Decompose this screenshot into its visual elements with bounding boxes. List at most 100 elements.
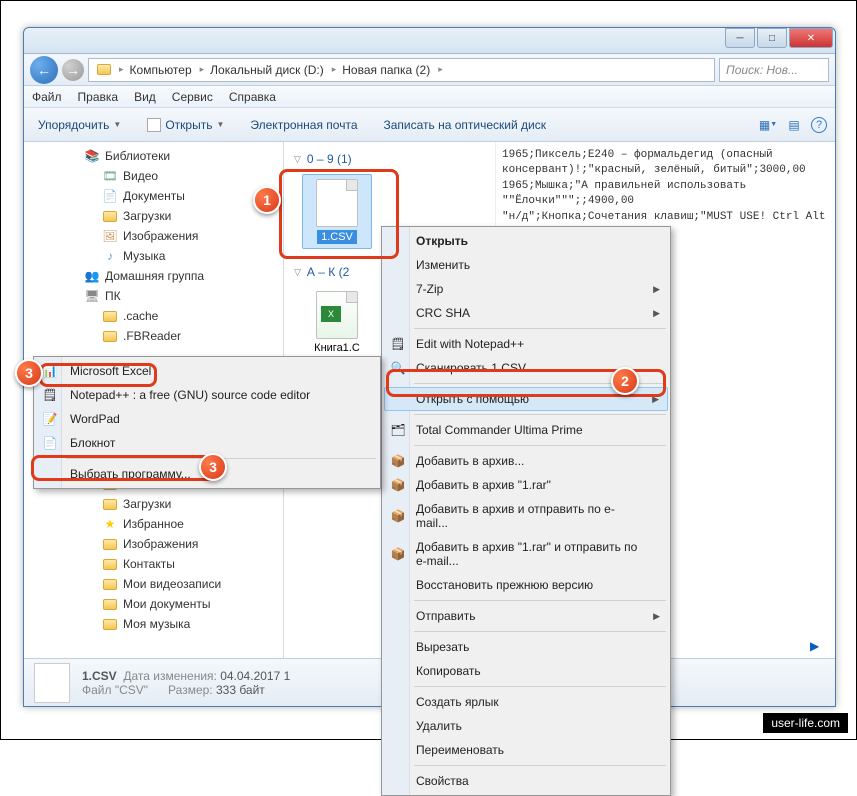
open-button[interactable]: Открыть▼ — [141, 114, 230, 136]
rar-icon: 📦 — [390, 453, 406, 469]
tree-item[interactable]: 👥Домашняя группа — [24, 266, 283, 286]
menu-edit[interactable]: Правка — [78, 90, 119, 104]
notepad-icon: 📄 — [42, 435, 58, 451]
folder-icon — [102, 308, 118, 324]
file-label: Книга1.С — [314, 342, 360, 354]
preview-pane-icon[interactable]: ▤ — [785, 116, 803, 134]
folder-icon — [102, 496, 118, 512]
folder-icon — [102, 576, 118, 592]
tree-item[interactable]: .FBReader — [24, 326, 283, 346]
maximize-button[interactable]: □ — [757, 28, 787, 48]
context-menu-item[interactable]: Открыть — [384, 229, 668, 253]
file-icon — [316, 179, 358, 227]
annotation-marker: 2 — [611, 367, 639, 395]
context-menu-item[interactable]: 📦Добавить в архив и отправить по e-mail.… — [384, 497, 668, 535]
context-menu-item[interactable]: 7-Zip▶ — [384, 277, 668, 301]
context-menu-item[interactable]: CRC SHA▶ — [384, 301, 668, 325]
context-menu-item[interactable]: Удалить — [384, 714, 668, 738]
context-menu-item[interactable]: 📄Блокнот — [36, 431, 378, 455]
context-menu-item[interactable]: 📦Добавить в архив "1.rar" — [384, 473, 668, 497]
folder-icon — [102, 328, 118, 344]
tree-item[interactable]: .cache — [24, 306, 283, 326]
rar-icon: 📦 — [390, 477, 406, 493]
excel-file-icon: X — [316, 291, 358, 339]
back-button[interactable]: ← — [30, 56, 58, 84]
context-menu-item[interactable]: Копировать — [384, 659, 668, 683]
folder-icon — [102, 596, 118, 612]
tree-item[interactable]: 🖼Изображения — [24, 226, 283, 246]
tree-item[interactable]: 🎞Видео — [24, 166, 283, 186]
context-menu-item[interactable]: Отправить▶ — [384, 604, 668, 628]
tree-item[interactable]: Моя музыка — [24, 614, 283, 634]
help-icon[interactable]: ? — [811, 117, 827, 133]
tree-item[interactable]: 📚Библиотеки — [24, 146, 283, 166]
tree-item[interactable]: Мои документы — [24, 594, 283, 614]
context-menu-item[interactable]: 📦Добавить в архив... — [384, 449, 668, 473]
doc-icon: 📄 — [102, 188, 118, 204]
video-icon: ▶ — [810, 639, 830, 659]
context-menu-item[interactable]: 🗂Total Commander Ultima Prime — [384, 418, 668, 442]
context-menu-item[interactable]: 🗒Notepad++ : a free (GNU) source code ed… — [36, 383, 378, 407]
path-segment[interactable]: Компьютер — [126, 61, 198, 79]
view-icon[interactable]: ▦ ▼ — [759, 116, 777, 134]
tree-item[interactable]: 📄Документы — [24, 186, 283, 206]
tree-item[interactable]: Изображения — [24, 534, 283, 554]
forward-button[interactable]: → — [62, 59, 84, 81]
tree-item[interactable]: ★Избранное — [24, 514, 283, 534]
menu-bar: Файл Правка Вид Сервис Справка — [24, 86, 835, 108]
breadcrumb[interactable]: ▸ Компьютер ▸ Локальный диск (D:) ▸ Нова… — [88, 58, 715, 82]
context-menu-item[interactable]: Вырезать — [384, 635, 668, 659]
annotation-marker: 3 — [15, 359, 43, 387]
homegroup-icon: 👥 — [84, 268, 100, 284]
tree-item[interactable]: Загрузки — [24, 206, 283, 226]
annotation-marker: 1 — [253, 186, 281, 214]
library-icon: 📚 — [84, 148, 100, 164]
file-item[interactable]: X Книга1.С — [302, 287, 372, 358]
menu-tools[interactable]: Сервис — [172, 90, 213, 104]
folder-icon — [102, 556, 118, 572]
tree-item[interactable]: 🖥ПК — [24, 286, 283, 306]
fav-icon: ★ — [102, 516, 118, 532]
toolbar: Упорядочить▼ Открыть▼ Электронная почта … — [24, 108, 835, 142]
context-menu-item[interactable]: 📊Microsoft Excel — [36, 359, 378, 383]
menu-view[interactable]: Вид — [134, 90, 156, 104]
context-menu-item[interactable]: Свойства — [384, 769, 668, 793]
search-input[interactable]: Поиск: Нов... — [719, 58, 829, 82]
status-thumbnail — [34, 663, 70, 703]
music-icon: ♪ — [102, 248, 118, 264]
email-button[interactable]: Электронная почта — [244, 114, 363, 136]
tree-item[interactable]: Контакты — [24, 554, 283, 574]
file-label: 1.CSV — [317, 230, 357, 244]
watermark: user-life.com — [763, 713, 848, 733]
titlebar: ─ □ ✕ — [24, 28, 835, 54]
menu-file[interactable]: Файл — [32, 90, 62, 104]
burn-button[interactable]: Записать на оптический диск — [378, 114, 553, 136]
tree-item[interactable]: Мои видеозаписи — [24, 574, 283, 594]
context-menu-item[interactable]: Создать ярлык — [384, 690, 668, 714]
context-menu-item[interactable]: Восстановить прежнюю версию — [384, 573, 668, 597]
file-item-selected[interactable]: 1.CSV — [302, 174, 372, 249]
context-menu-item[interactable]: 📦Добавить в архив "1.rar" и отправить по… — [384, 535, 668, 573]
context-menu-item[interactable]: Изменить — [384, 253, 668, 277]
tree-item[interactable]: ♪Музыка — [24, 246, 283, 266]
status-filename: 1.CSV — [82, 669, 117, 683]
tc-icon: 🗂 — [390, 422, 406, 438]
npp-icon: 🗒 — [390, 336, 406, 352]
scan-icon: 🔍 — [390, 360, 406, 376]
context-menu: ОткрытьИзменить7-Zip▶CRC SHA▶ 🗒Edit with … — [381, 226, 671, 796]
context-menu-item[interactable]: 📝WordPad — [36, 407, 378, 431]
organize-button[interactable]: Упорядочить▼ — [32, 114, 127, 136]
folder-icon — [102, 208, 118, 224]
tree-item[interactable]: Загрузки — [24, 494, 283, 514]
minimize-button[interactable]: ─ — [725, 28, 755, 48]
folder-icon — [102, 616, 118, 632]
video-icon: 🎞 — [102, 168, 118, 184]
context-menu-item[interactable]: 🗒Edit with Notepad++ — [384, 332, 668, 356]
wordpad-icon: 📝 — [42, 411, 58, 427]
close-button[interactable]: ✕ — [789, 28, 833, 48]
menu-help[interactable]: Справка — [229, 90, 276, 104]
path-segment[interactable]: Новая папка (2) — [338, 61, 436, 79]
path-segment[interactable]: Локальный диск (D:) — [206, 61, 330, 79]
context-menu-item[interactable]: Переименовать — [384, 738, 668, 762]
image-icon: 🖼 — [102, 228, 118, 244]
